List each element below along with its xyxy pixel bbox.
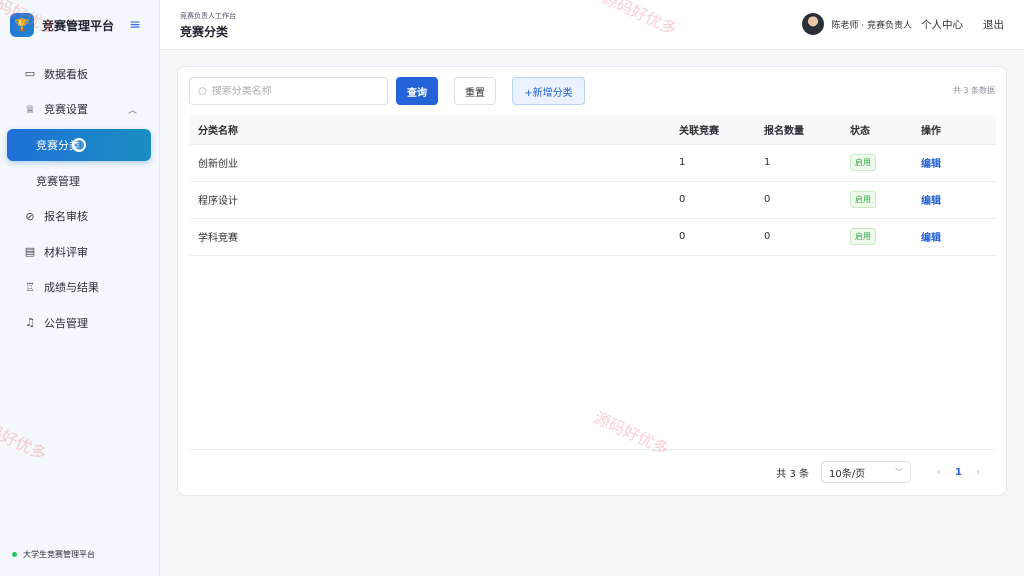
sidebar-item-material-review[interactable]: ▤ 材料评审 (0, 234, 159, 270)
menu-toggle-icon[interactable]: ≡ (129, 17, 141, 33)
category-name: 创新创业 (189, 144, 670, 182)
column-header: 操作 (912, 115, 996, 145)
top-header: 竞赛负责人工作台 竞赛分类 陈老师 · 竞赛负责人 个人中心 退出 (160, 0, 1024, 50)
record-count: 共 3 条数据 (952, 86, 995, 95)
category-table: 分类名称 关联竞赛 报名数量 状态 操作 创新创业 1 1 启用 编辑 程序设计… (189, 115, 996, 256)
query-button[interactable]: 查询 (396, 77, 438, 105)
page-size-select[interactable]: 10条/页 ﹀ (821, 461, 912, 483)
edit-link[interactable]: 编辑 (921, 196, 941, 207)
linked-count: 0 (670, 181, 755, 219)
column-header: 关联竞赛 (670, 115, 755, 145)
linked-count: 0 (670, 218, 755, 256)
signup-count: 1 (755, 144, 841, 182)
status-badge: 启用 (850, 191, 876, 208)
status-badge: 启用 (850, 228, 876, 245)
sidebar: 🏆 竞赛管理平台 ≡ ▭ 数据看板 ♕ 竞赛设置 ︿ 竞赛分类 竞赛管理 ⊘ 报… (0, 0, 160, 576)
signup-count: 0 (755, 181, 841, 219)
edit-link[interactable]: 编辑 (921, 159, 941, 170)
sidebar-item-competition-manage[interactable]: 竞赛管理 (0, 163, 159, 199)
sidebar-item-label: 成绩与结果 (44, 281, 99, 295)
category-name: 程序设计 (189, 181, 670, 219)
sidebar-item-label: 数据看板 (44, 67, 88, 81)
category-name: 学科竞赛 (189, 218, 670, 256)
page-number[interactable]: 1 (955, 467, 962, 478)
toolbar: ○ 查询 重置 +新增分类 共 3 条数据 (189, 77, 995, 107)
search-icon: ○ (198, 85, 207, 97)
add-category-button[interactable]: +新增分类 (512, 77, 585, 105)
logout-link[interactable]: 退出 (983, 17, 1004, 32)
medal-icon: ♖ (25, 280, 35, 294)
table-row: 学科竞赛 0 0 启用 编辑 (189, 218, 996, 256)
document-icon: ▤ (24, 245, 36, 259)
bell-icon: ♫ (25, 316, 35, 330)
reset-button[interactable]: 重置 (454, 77, 496, 105)
divider (189, 449, 995, 450)
sidebar-footer: 大学生竞赛管理平台 (12, 549, 95, 560)
table-row: 创新创业 1 1 启用 编辑 (189, 144, 996, 182)
column-header: 状态 (841, 115, 912, 145)
table-header-row: 分类名称 关联竞赛 报名数量 状态 操作 (189, 115, 996, 145)
user-area: 陈老师 · 竞赛负责人 个人中心 退出 (802, 13, 1004, 35)
pagination-total: 共 3 条 (776, 468, 810, 480)
check-circle-icon: ⊘ (25, 209, 35, 223)
sidebar-item-label: 竞赛设置 (44, 103, 88, 117)
sidebar-item-label: 公告管理 (44, 316, 88, 330)
status-badge: 启用 (850, 154, 876, 171)
signup-count: 0 (755, 218, 841, 256)
profile-link[interactable]: 个人中心 (921, 17, 963, 32)
sidebar-item-label: 报名审核 (44, 210, 88, 224)
column-header: 分类名称 (189, 115, 670, 145)
sidebar-item-category[interactable]: 竞赛分类 (7, 129, 151, 161)
chevron-down-icon: ﹀ (895, 467, 904, 477)
page-title: 竞赛分类 (180, 25, 229, 39)
brand-title: 竞赛管理平台 (42, 18, 115, 33)
pagination: 共 3 条 10条/页 ﹀ ‹ 1 › (776, 461, 988, 483)
online-status-dot (12, 552, 17, 557)
sidebar-item-label: 材料评审 (44, 245, 88, 259)
trophy-icon: ♕ (25, 102, 35, 116)
trophy-logo-icon: 🏆 (10, 13, 34, 37)
linked-count: 1 (670, 144, 755, 182)
brand: 🏆 竞赛管理平台 ≡ (0, 0, 159, 50)
table-row: 程序设计 0 0 启用 编辑 (189, 181, 996, 219)
sidebar-item-dashboard[interactable]: ▭ 数据看板 (0, 56, 159, 92)
next-page-icon[interactable]: › (976, 467, 980, 478)
sidebar-item-label: 竞赛管理 (36, 174, 80, 188)
column-header: 报名数量 (755, 115, 841, 145)
search-box[interactable]: ○ (189, 77, 388, 105)
sidebar-nav: ▭ 数据看板 ♕ 竞赛设置 ︿ 竞赛分类 竞赛管理 ⊘ 报名审核 ▤ 材料评审 … (0, 50, 159, 341)
prev-page-icon[interactable]: ‹ (937, 467, 941, 478)
user-name: 陈老师 · 竞赛负责人 (831, 20, 912, 31)
sidebar-item-announcements[interactable]: ♫ 公告管理 (0, 305, 159, 341)
cursor-indicator (72, 138, 86, 152)
sidebar-item-results[interactable]: ♖ 成绩与结果 (0, 270, 159, 306)
edit-link[interactable]: 编辑 (921, 233, 941, 244)
chevron-up-icon: ︿ (127, 105, 137, 116)
sidebar-item-competition-settings[interactable]: ♕ 竞赛设置 ︿ (0, 92, 159, 128)
sidebar-item-registration-review[interactable]: ⊘ 报名审核 (0, 199, 159, 235)
breadcrumb: 竞赛负责人工作台 (180, 12, 236, 20)
category-card: ○ 查询 重置 +新增分类 共 3 条数据 分类名称 关联竞赛 报名数量 状态 … (177, 66, 1007, 496)
search-input[interactable] (211, 85, 382, 97)
chart-board-icon: ▭ (24, 67, 36, 81)
page-size-value: 10条/页 (829, 468, 866, 480)
sidebar-footer-label: 大学生竞赛管理平台 (23, 550, 95, 559)
avatar[interactable] (802, 13, 825, 35)
